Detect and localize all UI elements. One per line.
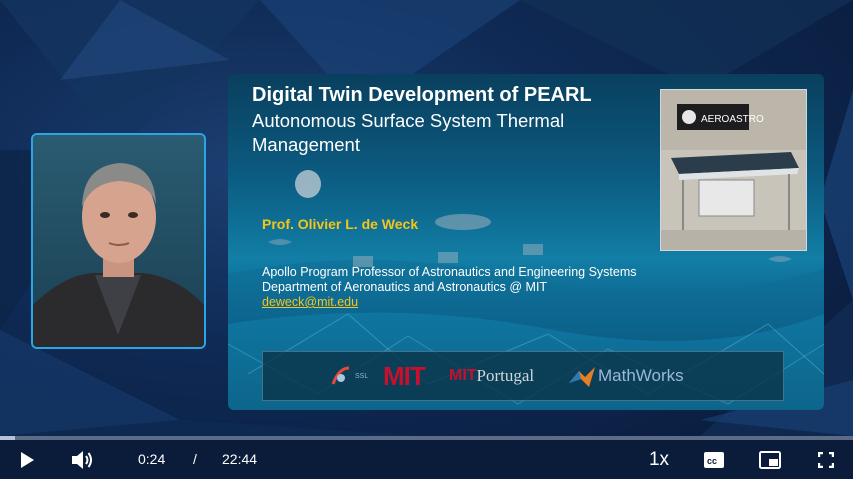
lab-photo: AEROASTRO [660,89,807,251]
speaker-avatar [33,135,204,347]
picture-in-picture-button[interactable] [756,440,784,479]
captions-button[interactable]: cc [700,440,728,479]
sponsor-logos: SSL MIT MIT Portugal MathWorks [262,351,784,401]
slide-title: Digital Twin Development of PEARL [252,84,592,106]
speaker-video [31,133,206,349]
mathworks-logo: MathWorks [569,352,684,400]
mit-portugal-logo: MIT Portugal [449,366,535,385]
captions-icon: cc [704,451,724,468]
email-link[interactable]: deweck@mit.edu [262,295,358,309]
presenter-name: Prof. Olivier L. de Weck [262,216,419,232]
current-time: 0:24 [138,451,166,467]
fullscreen-icon [818,451,834,468]
affiliation-line-2: Department of Aeronautics and Astronauti… [262,280,548,294]
buoy-icon [295,170,321,198]
video-player[interactable]: Digital Twin Development of PEARL Autono… [0,0,853,479]
control-bar: 0:24 / 22:44 1x cc [0,440,853,479]
play-button[interactable] [14,440,40,479]
playback-speed-button[interactable]: 1x [644,440,674,479]
mit-logo: MIT [383,360,426,391]
ssl-logo: SSL [329,352,368,400]
fullscreen-button[interactable] [813,440,839,479]
volume-icon [72,450,92,469]
picture-in-picture-icon [759,450,781,469]
time-separator: / [193,451,197,467]
slide-subtitle: Autonomous Surface System Thermal Manage… [252,110,565,155]
submarine-icon [435,214,491,230]
svg-text:cc: cc [707,456,717,466]
volume-button[interactable] [68,440,98,479]
presentation-slide: Digital Twin Development of PEARL Autono… [228,74,824,410]
play-icon [21,451,34,468]
duration: 22:44 [222,451,258,467]
mathworks-membrane-icon [569,367,595,387]
affiliation-line-1: Apollo Program Professor of Astronautics… [262,265,637,279]
photo-banner: AEROASTRO [701,114,764,125]
